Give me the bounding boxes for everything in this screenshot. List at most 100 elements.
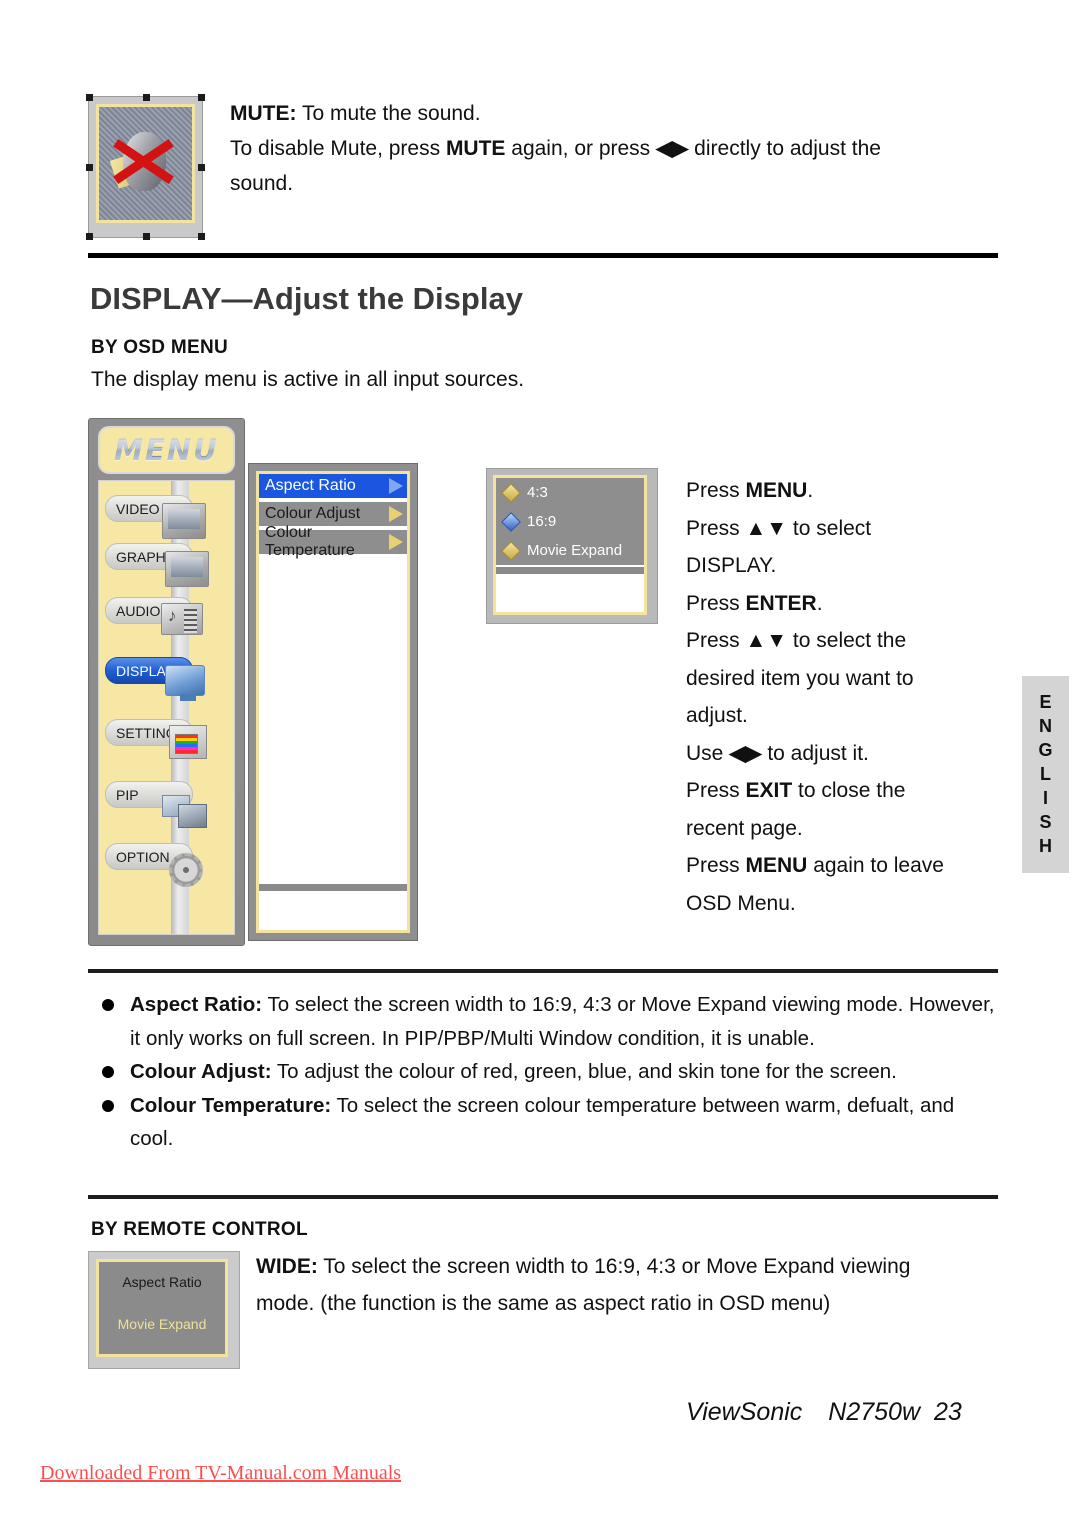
subheading-remote-control: BY REMOTE CONTROL <box>91 1219 308 1240</box>
bullet-term: Colour Temperature: <box>130 1093 332 1117</box>
instruction-line: Press MENU again to leave <box>686 847 1006 885</box>
brand-name: ViewSonic <box>686 1398 803 1426</box>
submenu-item-aspect-ratio[interactable]: Aspect Ratio <box>259 474 407 498</box>
pip-icon <box>162 793 208 829</box>
divider-bottom <box>88 1195 998 1199</box>
instruction-post: to adjust it. <box>761 741 869 765</box>
diamond-bullet-selected-icon <box>501 511 521 532</box>
instruction-line: Press ENTER. <box>686 585 1006 623</box>
bullet-dot-icon <box>102 1066 114 1078</box>
language-letter: G <box>1038 740 1053 760</box>
language-letter: E <box>1039 692 1052 712</box>
mute-line-2-b: again, or press <box>505 137 657 160</box>
model-number: N2750w <box>828 1398 921 1426</box>
selection-handle <box>86 94 93 101</box>
value-option-label: Movie Expand <box>527 542 623 559</box>
mute-line-1-text: To mute the sound. <box>296 102 481 125</box>
language-tab-english: E N G L I S H <box>1022 676 1069 873</box>
instruction-key: ENTER <box>745 591 817 615</box>
list-item: Colour Temperature: To select the screen… <box>92 1089 1002 1156</box>
value-option-movie-expand[interactable]: Movie Expand <box>496 536 644 565</box>
instruction-line: desired item you want to <box>686 660 1006 698</box>
osd-menu-list: VIDEO GRAPHICS AUDIO DISPLAY <box>98 480 235 935</box>
selection-handle <box>198 233 205 240</box>
language-letter: H <box>1039 836 1052 856</box>
submenu-item-label: Aspect Ratio <box>265 477 356 494</box>
remote-description: WIDE: To select the screen width to 16:9… <box>256 1248 1006 1322</box>
watermark-link[interactable]: Downloaded From TV-Manual.com Manuals <box>40 1462 401 1485</box>
language-letter: N <box>1039 716 1052 736</box>
mute-line-2-a: To disable Mute, press <box>230 137 446 160</box>
mute-icon-thumbnail <box>86 94 205 240</box>
osd-menu-screenshot: MENU VIDEO GRAPHICS AUDIO ♪ DISPLAY SETT… <box>88 418 658 946</box>
osd-submenu-panel: Aspect Ratio Colour Adjust Colour Temper… <box>248 463 418 941</box>
remote-term: WIDE: <box>256 1255 318 1278</box>
audio-icon <box>161 603 203 635</box>
page-number: 23 <box>934 1398 962 1426</box>
gear-icon <box>169 853 203 887</box>
osd-item-label: AUDIO <box>116 602 161 619</box>
instruction-pre: adjust. <box>686 704 748 727</box>
subheading-osd-menu: BY OSD MENU <box>91 337 229 358</box>
remote-line-1: WIDE: To select the screen width to 16:9… <box>256 1248 1006 1285</box>
value-option-4-3[interactable]: 4:3 <box>496 478 644 507</box>
selection-handle <box>86 164 93 171</box>
manual-page: MUTE: To mute the sound. To disable Mute… <box>0 0 1080 1524</box>
osd-menu-title: MENU <box>100 428 233 472</box>
value-option-16-9[interactable]: 16:9 <box>496 507 644 536</box>
submenu-item-colour-adjust[interactable]: Colour Adjust <box>259 502 407 526</box>
rgb-monitor-icon <box>165 551 209 587</box>
language-letter: I <box>1042 788 1048 808</box>
instruction-post: again to leave <box>807 854 944 877</box>
diamond-bullet-icon <box>501 540 521 561</box>
feature-bullet-list: Aspect Ratio: To select the screen width… <box>92 988 1002 1156</box>
left-right-arrows-icon: ◀▶ <box>656 137 689 160</box>
diamond-bullet-icon <box>501 482 521 503</box>
divider-middle <box>88 969 998 973</box>
instruction-post: to select the <box>787 629 907 652</box>
instruction-pre: Press <box>686 516 746 540</box>
bullet-text: To adjust the colour of red, green, blue… <box>271 1060 897 1083</box>
up-down-arrows-icon: ▲▼ <box>745 516 788 540</box>
mute-speaker-crossed-out-icon <box>96 104 195 223</box>
remote-osd-value: Movie Expand <box>117 1316 207 1332</box>
mute-key-label: MUTE <box>445 137 506 160</box>
language-letter: L <box>1040 764 1051 784</box>
instruction-line: Press ▲▼ to select the <box>686 622 1006 660</box>
monitor-icon <box>162 503 206 539</box>
instruction-pre: recent page. <box>686 816 803 840</box>
chevron-right-icon <box>389 506 403 522</box>
bullet-dot-icon <box>102 999 114 1011</box>
submenu-item-label: Colour Temperature <box>265 524 355 559</box>
submenu-item-colour-temperature[interactable]: Colour Temperature <box>259 524 407 559</box>
osd-values-frame: 4:3 16:9 Movie Expand <box>493 475 647 615</box>
instruction-post: . <box>816 591 823 615</box>
instruction-pre: Press <box>686 854 746 877</box>
osd-menu-title-pill: MENU <box>98 426 235 474</box>
bullet-term: Colour Adjust: <box>130 1060 272 1083</box>
osd-item-label: OPTION <box>116 848 170 865</box>
submenu-footer-box <box>259 893 407 930</box>
instruction-pre: Press <box>686 779 746 802</box>
values-blank-area <box>496 576 644 612</box>
instruction-pre: OSD Menu. <box>686 891 796 915</box>
instruction-pre: Use <box>686 741 730 765</box>
instruction-pre: Press <box>686 591 746 615</box>
instruction-line: recent page. <box>686 810 1006 848</box>
bullet-term: Aspect Ratio: <box>130 993 263 1016</box>
instruction-line: Press ▲▼ to select <box>686 510 1006 548</box>
remote-aspect-ratio-thumbnail: Aspect Ratio Movie Expand <box>88 1251 240 1369</box>
list-item: Aspect Ratio: To select the screen width… <box>92 988 1002 1055</box>
osd-item-label: VIDEO <box>116 500 160 517</box>
instruction-pre: Press <box>686 479 746 502</box>
instruction-line: Press MENU. <box>686 472 1006 510</box>
list-item: Colour Adjust: To adjust the colour of r… <box>92 1055 1002 1089</box>
remote-osd-title: Aspect Ratio <box>122 1274 202 1290</box>
mute-line-2: To disable Mute, press MUTE again, or pr… <box>230 131 1008 166</box>
submenu-footer <box>259 884 407 930</box>
chevron-right-icon <box>389 534 403 550</box>
instruction-post: . <box>807 479 814 502</box>
value-option-label: 16:9 <box>527 513 557 530</box>
remote-line-2: mode. (the function is the same as aspec… <box>256 1292 831 1315</box>
values-divider <box>496 567 644 574</box>
